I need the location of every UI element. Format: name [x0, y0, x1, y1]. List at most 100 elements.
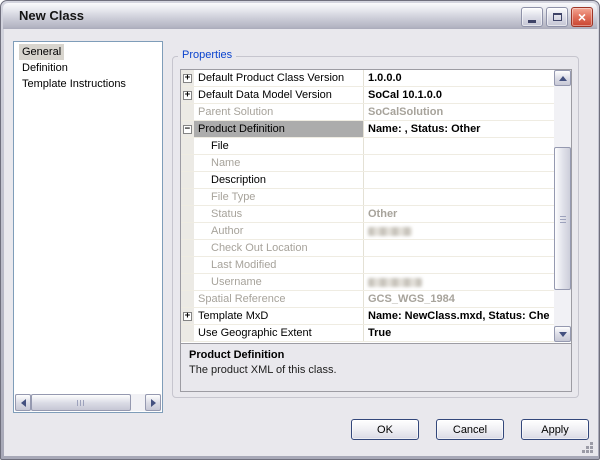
property-help-panel: Product Definition The product XML of th…: [181, 343, 571, 391]
row-gutter: [181, 104, 194, 120]
property-name-cell[interactable]: Default Product Class Version: [194, 70, 364, 86]
property-name-cell[interactable]: Username: [194, 274, 364, 290]
property-row-parent-solution: Parent Solution SoCalSolution: [181, 104, 554, 121]
property-row-status: Status Other: [181, 206, 554, 223]
row-gutter: +: [181, 308, 194, 324]
row-gutter: [181, 325, 194, 341]
property-value-cell[interactable]: [364, 172, 554, 188]
property-name-cell[interactable]: Parent Solution: [194, 104, 364, 120]
property-value: SoCal 10.1.0.0: [368, 89, 442, 101]
vertical-scroll-thumb[interactable]: [554, 147, 571, 290]
property-name-cell[interactable]: Status: [194, 206, 364, 222]
property-name-cell[interactable]: Check Out Location: [194, 240, 364, 256]
property-value-cell[interactable]: [364, 155, 554, 171]
row-gutter: [181, 189, 194, 205]
row-gutter: [181, 172, 194, 188]
property-value-cell[interactable]: Name: NewClass.mxd, Status: Che: [364, 308, 554, 324]
row-gutter: [181, 257, 194, 273]
horizontal-scroll-track[interactable]: [31, 394, 145, 411]
property-value: GCS_WGS_1984: [368, 293, 455, 305]
row-gutter: [181, 223, 194, 239]
property-value: True: [368, 327, 392, 339]
scroll-left-button[interactable]: [15, 394, 31, 411]
property-name-cell[interactable]: Product Definition: [194, 121, 364, 137]
grip-icon: [559, 214, 566, 223]
property-value: Name: , Status: Other: [368, 123, 481, 135]
property-value-cell[interactable]: [364, 240, 554, 256]
expand-icon[interactable]: +: [183, 73, 192, 83]
cancel-button-label: Cancel: [452, 423, 488, 436]
help-description: The product XML of this class.: [189, 364, 337, 376]
title-bar[interactable]: New Class ×: [3, 3, 597, 29]
property-name-cell[interactable]: Author: [194, 223, 364, 239]
expand-icon[interactable]: +: [183, 311, 192, 321]
horizontal-scroll-thumb[interactable]: [31, 394, 131, 411]
property-grid-rows: + Default Product Class Version 1.0.0.0 + De…: [181, 70, 554, 342]
property-value-cell[interactable]: 1.0.0.0: [364, 70, 554, 86]
property-name-cell[interactable]: File: [194, 138, 364, 154]
scroll-down-button[interactable]: [554, 326, 571, 342]
scroll-right-button[interactable]: [145, 394, 161, 411]
expand-icon[interactable]: +: [183, 90, 192, 100]
property-row-default-data-model-version: + Default Data Model Version SoCal 10.1.0.…: [181, 87, 554, 104]
ok-button-label: OK: [377, 423, 393, 436]
maximize-button[interactable]: [546, 7, 568, 27]
window-controls: ×: [521, 7, 593, 27]
redacted-value: [368, 227, 412, 236]
property-value: 1.0.0.0: [368, 72, 402, 84]
property-row-username: Username: [181, 274, 554, 291]
property-row-name: Name: [181, 155, 554, 172]
property-value-cell[interactable]: GCS_WGS_1984: [364, 291, 554, 307]
minimize-button[interactable]: [521, 7, 543, 27]
property-value-cell[interactable]: Other: [364, 206, 554, 222]
close-button[interactable]: ×: [571, 7, 593, 27]
category-list-items: General Definition Template Instructions: [15, 44, 161, 92]
property-value: Name: NewClass.mxd, Status: Che: [368, 310, 550, 322]
scroll-up-button[interactable]: [554, 70, 571, 86]
property-name-cell[interactable]: Default Data Model Version: [194, 87, 364, 103]
property-row-description: Description: [181, 172, 554, 189]
list-row: Template Instructions: [15, 76, 161, 92]
property-name-cell[interactable]: Use Geographic Extent: [194, 325, 364, 341]
ok-button[interactable]: OK: [351, 419, 419, 440]
arrow-right-icon: [150, 398, 156, 407]
property-name-cell[interactable]: Description: [194, 172, 364, 188]
property-value-cell[interactable]: [364, 189, 554, 205]
property-value-cell[interactable]: SoCal 10.1.0.0: [364, 87, 554, 103]
property-value-cell[interactable]: Name: , Status: Other: [364, 121, 554, 137]
property-row-check-out-location: Check Out Location: [181, 240, 554, 257]
apply-button[interactable]: Apply: [521, 419, 589, 440]
property-value-cell[interactable]: [364, 138, 554, 154]
row-gutter: [181, 274, 194, 290]
cancel-button[interactable]: Cancel: [436, 419, 504, 440]
property-value-cell[interactable]: [364, 274, 554, 290]
close-icon: ×: [577, 9, 587, 25]
list-item-general[interactable]: General: [19, 44, 65, 60]
property-value-cell[interactable]: True: [364, 325, 554, 341]
collapse-icon[interactable]: −: [183, 124, 192, 134]
vertical-scroll-track[interactable]: [554, 86, 571, 326]
property-value: SoCalSolution: [368, 106, 444, 118]
property-row-use-geographic-extent: Use Geographic Extent True: [181, 325, 554, 342]
property-name-cell[interactable]: Last Modified: [194, 257, 364, 273]
maximize-icon: [552, 13, 562, 21]
property-value-cell[interactable]: [364, 257, 554, 273]
list-item-template-instructions[interactable]: Template Instructions: [19, 76, 129, 92]
property-name-cell[interactable]: Spatial Reference: [194, 291, 364, 307]
property-value-cell[interactable]: SoCalSolution: [364, 104, 554, 120]
apply-button-label: Apply: [541, 423, 569, 436]
row-gutter: +: [181, 87, 194, 103]
arrow-left-icon: [20, 398, 26, 407]
property-name-cell[interactable]: File Type: [194, 189, 364, 205]
row-gutter: [181, 155, 194, 171]
property-row-file: File: [181, 138, 554, 155]
property-name-cell[interactable]: Name: [194, 155, 364, 171]
grip-icon: [76, 399, 86, 406]
resize-grip[interactable]: [581, 441, 594, 454]
properties-group-label: Properties: [178, 49, 237, 61]
property-value-cell[interactable]: [364, 223, 554, 239]
property-row-default-product-class-version: + Default Product Class Version 1.0.0.0: [181, 70, 554, 87]
property-name-cell[interactable]: Template MxD: [194, 308, 364, 324]
list-item-definition[interactable]: Definition: [19, 60, 71, 76]
category-list: General Definition Template Instructions: [13, 41, 163, 413]
